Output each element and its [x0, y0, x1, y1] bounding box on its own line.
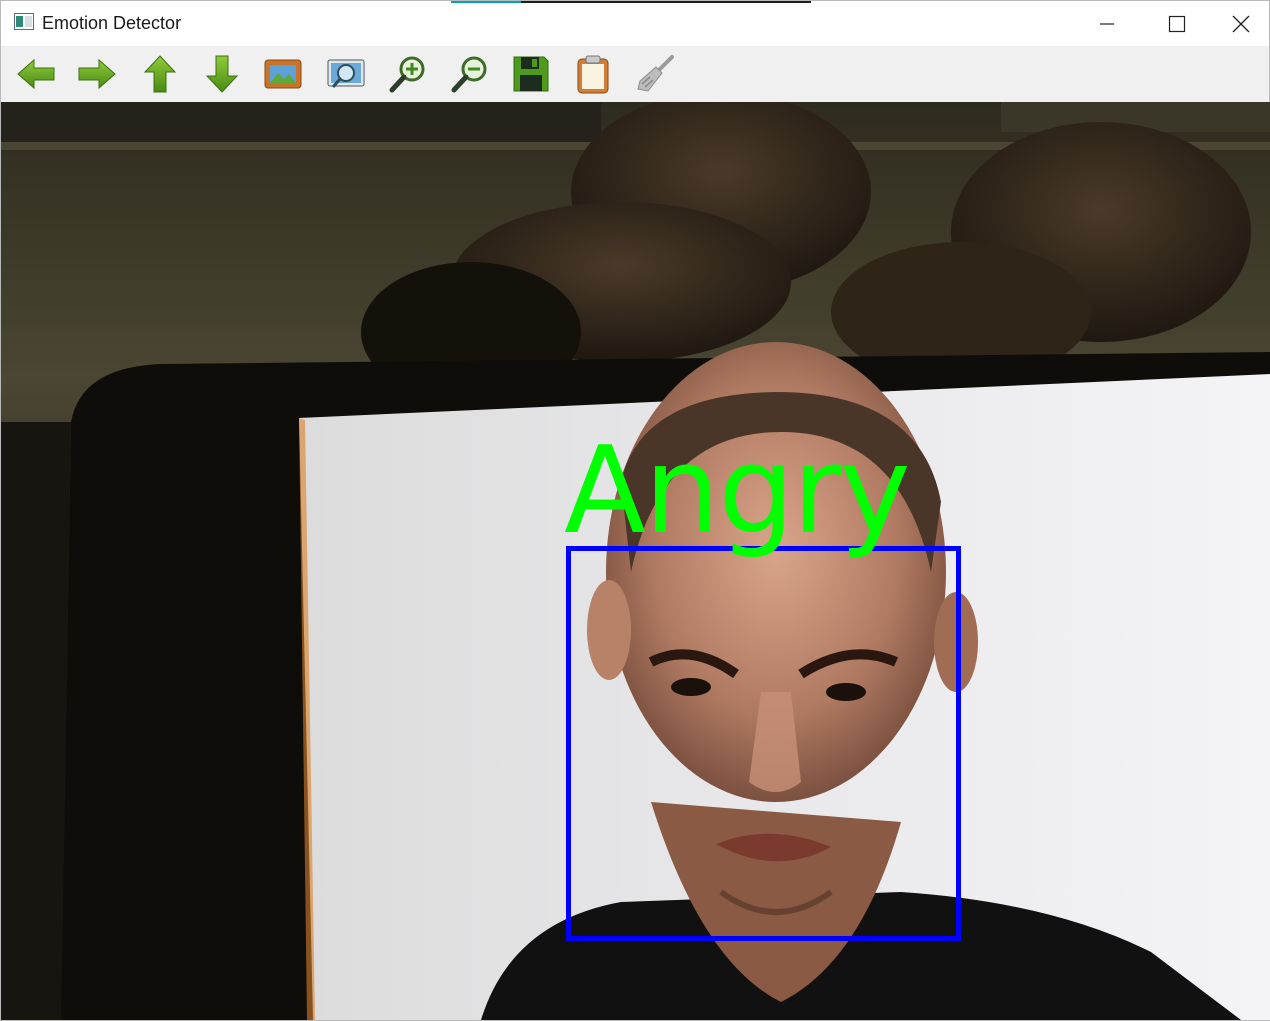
close-button[interactable] [1212, 1, 1270, 46]
emotion-label: Angry [564, 422, 911, 561]
arrow-right-icon [78, 58, 116, 90]
emotion-detector-window: Emotion Detector Angry [0, 0, 1270, 1021]
close-icon [1232, 15, 1250, 32]
zoom-to-fit-button[interactable] [260, 51, 306, 97]
pan-down-button[interactable] [199, 51, 245, 97]
maximize-button[interactable] [1142, 1, 1212, 46]
zoom-out-icon [451, 56, 487, 93]
title-bar[interactable]: Emotion Detector [1, 1, 1269, 46]
face-detection-box [566, 546, 961, 941]
toolbar [1, 46, 1269, 102]
properties-button[interactable] [632, 51, 678, 97]
clipboard-icon [577, 55, 609, 94]
arrow-up-icon [143, 55, 177, 93]
pan-right-button[interactable] [74, 51, 120, 97]
arrow-down-icon [205, 55, 239, 93]
zoom-in-icon [389, 56, 425, 93]
taskbar-accent [451, 1, 521, 3]
zoom-to-region-button[interactable] [323, 51, 369, 97]
app-icon [14, 13, 34, 30]
zoom-region-icon [327, 59, 365, 88]
zoom-in-button[interactable] [385, 51, 431, 97]
minimize-icon [1100, 22, 1114, 25]
window-title: Emotion Detector [42, 13, 182, 33]
pan-up-button[interactable] [137, 51, 183, 97]
taskbar-accent-dark [521, 1, 811, 3]
maximize-icon [1168, 15, 1186, 32]
pan-left-button[interactable] [13, 51, 59, 97]
floppy-disk-icon [513, 56, 549, 92]
zoom-out-button[interactable] [447, 51, 493, 97]
brush-icon [637, 55, 674, 92]
camera-feed: Angry [1, 102, 1270, 1020]
minimize-button[interactable] [1072, 1, 1142, 46]
copy-to-clipboard-button[interactable] [570, 51, 616, 97]
save-image-button[interactable] [508, 51, 554, 97]
arrow-left-icon [17, 58, 55, 90]
image-fit-icon [264, 59, 302, 89]
